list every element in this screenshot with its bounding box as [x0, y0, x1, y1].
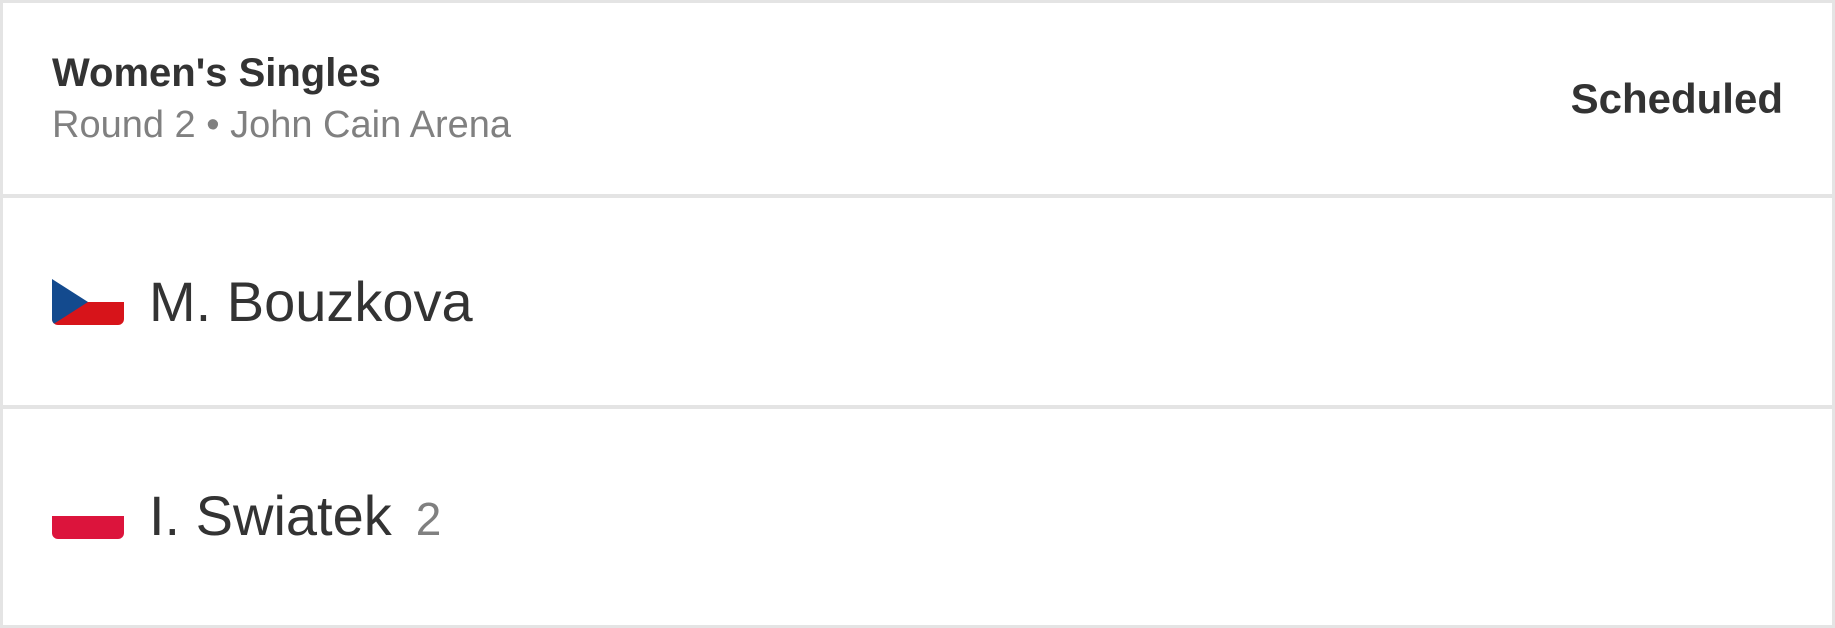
player-row[interactable]: M. Bouzkova — [3, 198, 1832, 409]
match-header: Women's Singles Round 2 • John Cain Aren… — [3, 3, 1832, 198]
poland-flag-icon — [52, 493, 124, 539]
player-name: M. Bouzkova — [149, 269, 473, 333]
match-info: Women's Singles Round 2 • John Cain Aren… — [52, 49, 511, 149]
player-name: I. Swiatek — [149, 484, 392, 547]
round-and-court: Round 2 • John Cain Arena — [52, 103, 512, 146]
player-row[interactable]: I. Swiatek 2 — [3, 409, 1832, 623]
match-status: Scheduled — [1570, 74, 1783, 122]
player-seed: 2 — [415, 493, 442, 545]
czech-flag-icon — [52, 278, 124, 325]
event-title: Women's Singles — [52, 50, 381, 95]
match-card[interactable]: Women's Singles Round 2 • John Cain Aren… — [0, 0, 1835, 628]
